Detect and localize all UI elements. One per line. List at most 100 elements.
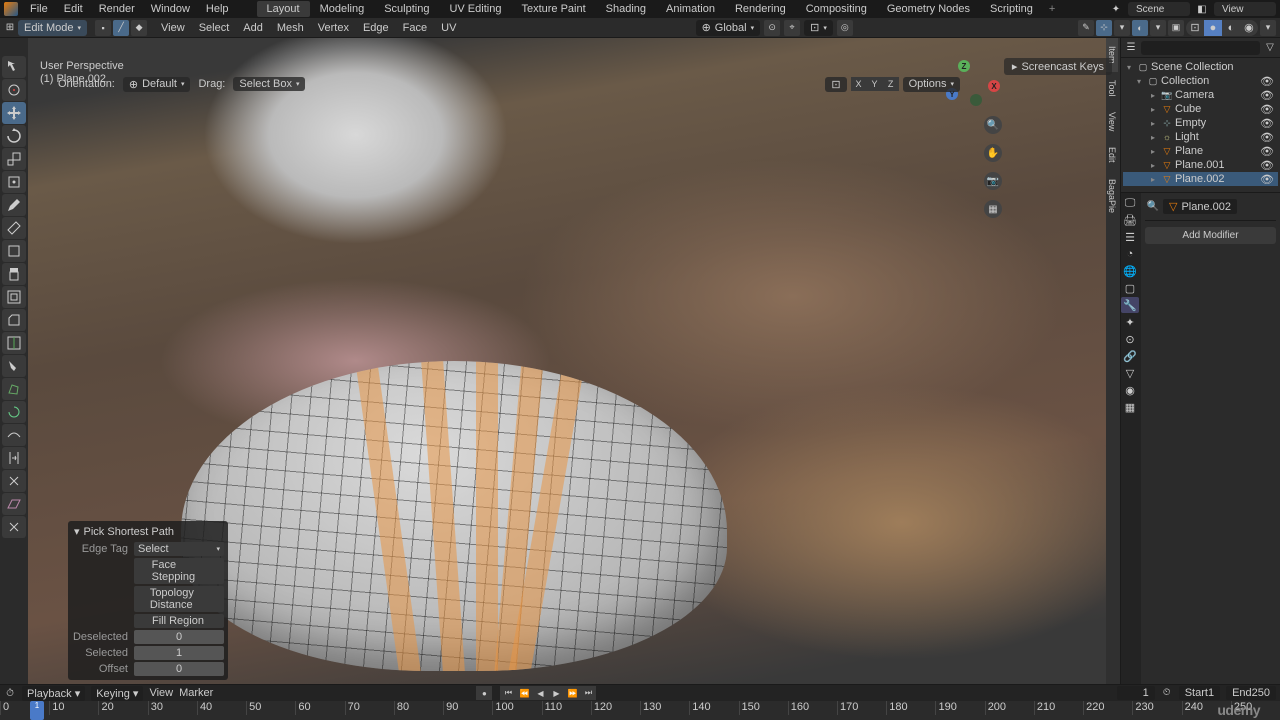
- prop-output-icon[interactable]: 🖨: [1121, 212, 1139, 228]
- outliner-plane002[interactable]: ▸▽Plane.002👁: [1123, 172, 1278, 186]
- jump-next-button[interactable]: ⏩: [564, 686, 580, 700]
- tool-smooth[interactable]: [2, 424, 26, 446]
- tool-move[interactable]: [2, 102, 26, 124]
- frame-end[interactable]: End250: [1226, 686, 1276, 700]
- tool-spin[interactable]: [2, 401, 26, 423]
- snap-options[interactable]: ⊡▾: [804, 20, 833, 36]
- tool-shrink[interactable]: [2, 470, 26, 492]
- tool-loopcut[interactable]: [2, 332, 26, 354]
- outliner-empty[interactable]: ▸⊹Empty👁: [1123, 116, 1278, 130]
- outliner-type-icon[interactable]: ☰: [1125, 42, 1137, 54]
- transform-orientation[interactable]: ⊕Global▾: [696, 20, 761, 36]
- xray-toggle[interactable]: ▣: [1168, 20, 1184, 36]
- tool-extrude[interactable]: [2, 263, 26, 285]
- prop-object-icon[interactable]: ▢: [1121, 280, 1139, 296]
- menu-render[interactable]: Render: [91, 1, 143, 17]
- snap-toggle[interactable]: ⌖: [784, 20, 800, 36]
- outliner-plane[interactable]: ▸▽Plane👁: [1123, 144, 1278, 158]
- menu-file[interactable]: File: [22, 1, 56, 17]
- workspace-sculpting[interactable]: Sculpting: [374, 1, 439, 17]
- menu-vertex[interactable]: Vertex: [312, 20, 355, 36]
- tab-bagapie[interactable]: BagaPie: [1106, 171, 1118, 221]
- zoom-icon[interactable]: 🔍: [984, 116, 1002, 134]
- overlay-toggle[interactable]: ◐: [1132, 20, 1148, 36]
- timeline-keying[interactable]: Keying ▾: [91, 686, 143, 701]
- workspace-render[interactable]: Rendering: [725, 1, 796, 17]
- workspace-add-button[interactable]: +: [1043, 1, 1061, 17]
- workspace-geo[interactable]: Geometry Nodes: [877, 1, 980, 17]
- outliner-cube[interactable]: ▸▽Cube👁: [1123, 102, 1278, 116]
- offset-field[interactable]: 0: [134, 662, 224, 676]
- persp-icon[interactable]: ▦: [984, 200, 1002, 218]
- tool-cursor[interactable]: [2, 79, 26, 101]
- tool-rotate[interactable]: [2, 125, 26, 147]
- screencast-keys-panel[interactable]: ▸Screencast Keys: [1004, 58, 1112, 75]
- 3d-viewport[interactable]: Orientation: ⊕Default▾ Drag: Select Box▾…: [28, 38, 1120, 684]
- pivot-point[interactable]: ⊙: [764, 20, 780, 36]
- workspace-anim[interactable]: Animation: [656, 1, 725, 17]
- mirror-x[interactable]: X: [851, 77, 867, 91]
- deselected-field[interactable]: 0: [134, 630, 224, 644]
- tool-measure[interactable]: [2, 217, 26, 239]
- drag-select[interactable]: Select Box▾: [233, 77, 305, 91]
- tool-inset[interactable]: [2, 286, 26, 308]
- prop-viewlayer-icon[interactable]: ☰: [1121, 229, 1139, 245]
- edge-tag-select[interactable]: Select▾: [134, 542, 224, 556]
- tool-scale[interactable]: [2, 148, 26, 170]
- prop-object-name[interactable]: ▽Plane.002: [1163, 199, 1237, 214]
- shade-wireframe[interactable]: ⊡: [1186, 20, 1204, 36]
- mirror-z[interactable]: Z: [883, 77, 899, 91]
- menu-edit[interactable]: Edit: [56, 1, 91, 17]
- prop-physics-icon[interactable]: ⊙: [1121, 331, 1139, 347]
- timeline-marker[interactable]: Marker: [179, 687, 213, 699]
- tool-polybuild[interactable]: [2, 378, 26, 400]
- timeline-playback[interactable]: Playback ▾: [22, 686, 85, 701]
- outliner-scene-collection[interactable]: ▾▢Scene Collection: [1123, 60, 1278, 74]
- mesh-object[interactable]: [181, 361, 727, 671]
- workspace-uv[interactable]: UV Editing: [439, 1, 511, 17]
- prop-constraint-icon[interactable]: 🔗: [1121, 348, 1139, 364]
- axis-z[interactable]: Z: [958, 60, 970, 72]
- menu-window[interactable]: Window: [143, 1, 198, 17]
- prop-world-icon[interactable]: 🌐: [1121, 263, 1139, 279]
- menu-uv[interactable]: UV: [435, 20, 462, 36]
- gizmo-toggle[interactable]: ⊹: [1096, 20, 1112, 36]
- edge-select-mode[interactable]: ╱: [113, 20, 129, 36]
- workspace-modeling[interactable]: Modeling: [310, 1, 375, 17]
- tab-edit[interactable]: Edit: [1106, 139, 1118, 171]
- tool-annotate[interactable]: [2, 194, 26, 216]
- tool-add-cube[interactable]: [2, 240, 26, 262]
- pan-icon[interactable]: ✋: [984, 144, 1002, 162]
- selected-field[interactable]: 1: [134, 646, 224, 660]
- jump-end-button[interactable]: ⏭: [580, 686, 596, 700]
- prop-render-icon[interactable]: 🖵: [1121, 195, 1139, 211]
- options-dropdown[interactable]: Options▾: [903, 77, 960, 92]
- outliner-search[interactable]: [1141, 41, 1260, 55]
- prop-modifier-icon[interactable]: 🔧: [1121, 297, 1139, 313]
- tab-tool[interactable]: Tool: [1106, 72, 1118, 105]
- menu-face[interactable]: Face: [397, 20, 433, 36]
- orientation-select[interactable]: ⊕Default▾: [123, 77, 191, 92]
- tool-tweak[interactable]: [2, 56, 26, 78]
- axis-neg[interactable]: [970, 94, 982, 106]
- prop-mesh-icon[interactable]: ▽: [1121, 365, 1139, 381]
- autokey-button[interactable]: ●: [476, 686, 492, 700]
- shade-solid[interactable]: ●: [1204, 20, 1222, 36]
- workspace-script[interactable]: Scripting: [980, 1, 1043, 17]
- workspace-layout[interactable]: Layout: [257, 1, 310, 17]
- axis-x[interactable]: X: [988, 80, 1000, 92]
- menu-select[interactable]: Select: [193, 20, 236, 36]
- tool-edgeslide[interactable]: [2, 447, 26, 469]
- prop-material-icon[interactable]: ◉: [1121, 382, 1139, 398]
- workspace-comp[interactable]: Compositing: [796, 1, 877, 17]
- disclosure-icon[interactable]: ▾: [74, 525, 80, 538]
- outliner-camera[interactable]: ▸📷Camera👁: [1123, 88, 1278, 102]
- clock-icon[interactable]: ⏲: [1161, 686, 1173, 698]
- outliner-filter-icon[interactable]: ▽: [1264, 42, 1276, 54]
- camera-icon[interactable]: 📷: [984, 172, 1002, 190]
- tab-view[interactable]: View: [1106, 104, 1118, 139]
- topology-distance-check[interactable]: Topology Distance: [134, 586, 224, 612]
- prop-scene-icon[interactable]: ◔: [1121, 246, 1139, 262]
- shade-matprev[interactable]: ◐: [1222, 20, 1240, 36]
- tool-bevel[interactable]: [2, 309, 26, 331]
